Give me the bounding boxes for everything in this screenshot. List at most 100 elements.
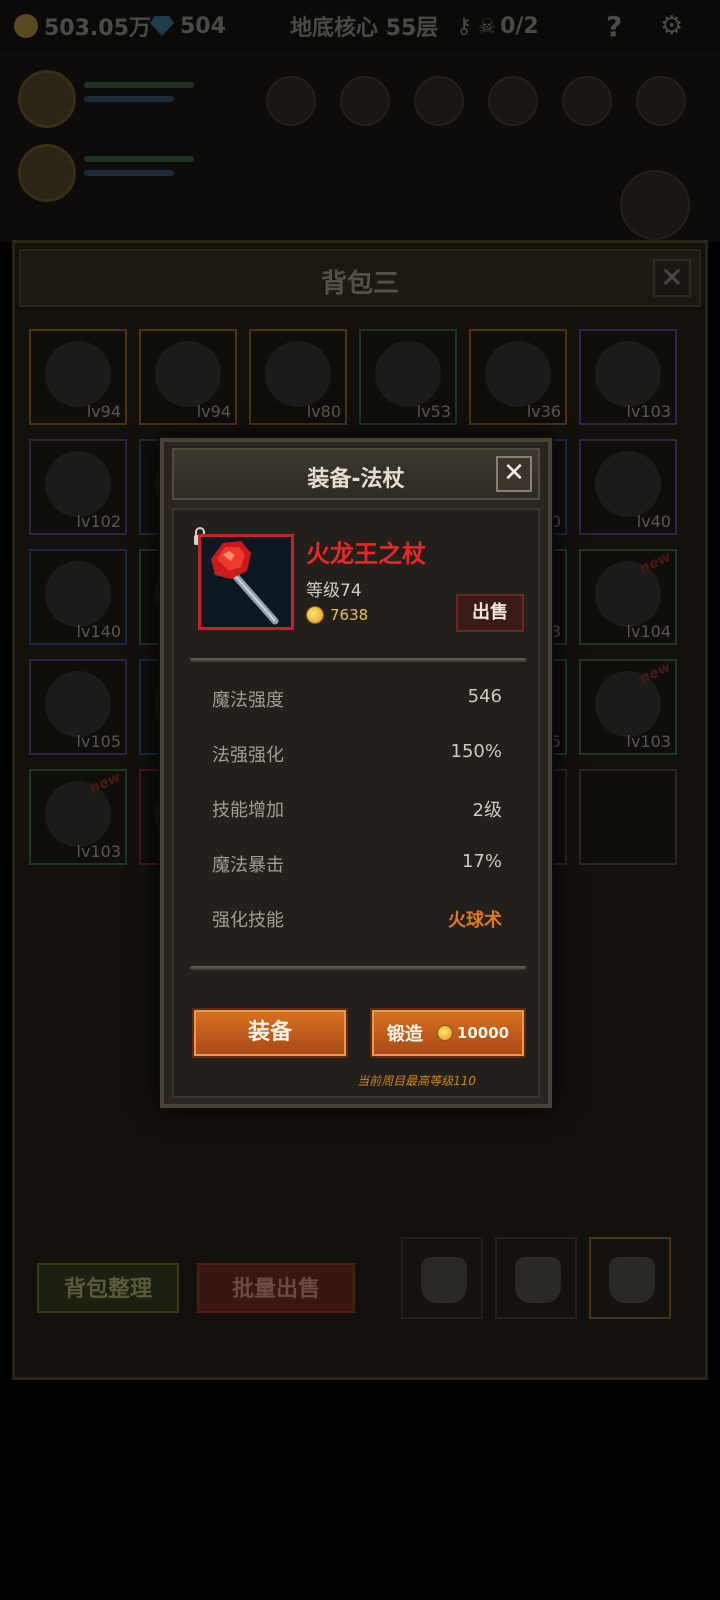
stat-label: 法强强化 bbox=[212, 745, 284, 766]
inventory-slot[interactable]: new lv103 bbox=[29, 769, 127, 865]
coin-icon bbox=[436, 1025, 453, 1041]
new-tag: new bbox=[636, 658, 673, 688]
inventory-slot[interactable]: lv80 bbox=[249, 329, 347, 425]
key-icon: ⚷ bbox=[456, 13, 473, 39]
bulk-sell-button[interactable]: 批量出售 bbox=[197, 1263, 355, 1313]
equipment-icon bbox=[45, 341, 111, 407]
inventory-slot[interactable]: lv53 bbox=[359, 329, 457, 425]
bag-tab-2[interactable] bbox=[495, 1237, 577, 1319]
backpack-close-button[interactable]: ✕ bbox=[653, 259, 691, 297]
gear-icon: ⚙ bbox=[660, 11, 684, 41]
stat-value: 2级 bbox=[472, 800, 502, 821]
stat-row-enhanced-skill: 强化技能 火球术 bbox=[212, 906, 502, 936]
equip-slot[interactable] bbox=[414, 76, 464, 126]
equipment-icon bbox=[375, 341, 441, 407]
hero-portrait[interactable] bbox=[18, 70, 76, 128]
inventory-slot[interactable]: new lv103 bbox=[579, 659, 677, 755]
sort-bag-button[interactable]: 背包整理 bbox=[37, 1263, 179, 1313]
inventory-slot[interactable]: lv94 bbox=[139, 329, 237, 425]
empty-inventory-slot[interactable] bbox=[579, 769, 677, 865]
stat-label: 魔法暴击 bbox=[212, 855, 284, 876]
forge-label: 锻造 bbox=[386, 1024, 423, 1045]
item-level-label: lv80 bbox=[306, 402, 341, 421]
help-button[interactable]: ? bbox=[606, 9, 623, 43]
inventory-slot[interactable]: lv105 bbox=[29, 659, 127, 755]
sell-label: 出售 bbox=[472, 602, 508, 623]
modal-body: 火龙王之杖 等级74 7638 出售 魔法强度 546 法强强化 150% 技能… bbox=[172, 508, 540, 1098]
backpack-icon bbox=[609, 1257, 655, 1303]
coin-icon bbox=[306, 606, 324, 624]
equip-slot[interactable] bbox=[562, 76, 612, 126]
hero-mp-bar bbox=[84, 96, 174, 102]
equipment-icon bbox=[155, 341, 221, 407]
equipment-icon bbox=[595, 341, 661, 407]
help-icon: ? bbox=[606, 9, 623, 43]
divider bbox=[190, 658, 526, 662]
equip-slot[interactable] bbox=[266, 76, 316, 126]
close-icon: ✕ bbox=[503, 458, 525, 488]
stat-row-power-boost: 法强强化 150% bbox=[212, 741, 502, 771]
new-tag: new bbox=[86, 768, 123, 798]
equipment-icon bbox=[265, 341, 331, 407]
hero-hp-bar bbox=[84, 82, 194, 88]
item-level-label: lv36 bbox=[526, 402, 561, 421]
key-count: 0/2 bbox=[500, 13, 539, 39]
equip-slot[interactable] bbox=[340, 76, 390, 126]
stat-value: 546 bbox=[467, 686, 502, 707]
item-level-label: lv104 bbox=[626, 622, 671, 641]
stat-row-magic-crit: 魔法暴击 17% bbox=[212, 851, 502, 881]
item-level-label: 3 bbox=[550, 622, 561, 641]
inventory-slot[interactable]: lv140 bbox=[29, 549, 127, 645]
pet-slot[interactable] bbox=[620, 170, 690, 240]
modal-close-button[interactable]: ✕ bbox=[496, 456, 532, 492]
sell-button[interactable]: 出售 bbox=[456, 594, 524, 632]
inventory-slot[interactable]: lv102 bbox=[29, 439, 127, 535]
divider bbox=[190, 966, 526, 970]
inventory-slot[interactable]: lv103 bbox=[579, 329, 677, 425]
settings-button[interactable]: ⚙ bbox=[660, 10, 683, 42]
backpack-title: 背包三 bbox=[320, 269, 399, 299]
forge-button[interactable]: 锻造 10000 bbox=[370, 1008, 526, 1058]
item-level-label: lv103 bbox=[626, 402, 671, 421]
item-level-label: lv40 bbox=[636, 512, 671, 531]
hero-area bbox=[0, 52, 720, 242]
fire-staff-icon bbox=[201, 537, 291, 627]
item-level: 等级74 bbox=[306, 581, 362, 601]
gem-amount: 504 bbox=[180, 13, 226, 39]
top-status-bar: 503.05万 504 地底核心 55层 ⚷ ☠ 0/2 ? ⚙ bbox=[0, 0, 720, 52]
item-level-label: lv94 bbox=[86, 402, 121, 421]
stat-value: 17% bbox=[461, 851, 502, 872]
gold-coin-icon bbox=[14, 14, 38, 38]
item-level-label: lv53 bbox=[416, 402, 451, 421]
hero-portrait[interactable] bbox=[18, 144, 76, 202]
item-level-label: lv103 bbox=[626, 732, 671, 751]
stat-label: 强化技能 bbox=[212, 910, 284, 931]
bag-tab-3-selected[interactable] bbox=[589, 1237, 671, 1319]
equip-slot[interactable] bbox=[488, 76, 538, 126]
gem-icon bbox=[150, 16, 174, 36]
stat-row-magic-power: 魔法强度 546 bbox=[212, 686, 502, 716]
equipment-icon bbox=[485, 341, 551, 407]
inventory-slot[interactable]: lv94 bbox=[29, 329, 127, 425]
hero-mp-bar bbox=[84, 170, 174, 176]
equipment-icon bbox=[595, 451, 661, 517]
item-detail-modal: 装备-法杖 ✕ 火龙王之杖 等级74 7638 出售 魔法强度 546 法强强化… bbox=[160, 438, 552, 1108]
gold-counter: 503.05万 bbox=[14, 10, 151, 42]
backpack-icon bbox=[515, 1257, 561, 1303]
forge-cost: 10000 bbox=[456, 1024, 510, 1042]
inventory-slot[interactable]: lv36 bbox=[469, 329, 567, 425]
stat-value: 150% bbox=[450, 741, 502, 762]
item-name: 火龙王之杖 bbox=[306, 540, 426, 568]
equip-slot[interactable] bbox=[636, 76, 686, 126]
equip-label: 装备 bbox=[247, 1020, 292, 1045]
inventory-slot[interactable]: lv40 bbox=[579, 439, 677, 535]
hero-hp-bar bbox=[84, 156, 194, 162]
item-level-label: 5 bbox=[550, 732, 561, 751]
item-icon-frame bbox=[198, 534, 294, 630]
sort-bag-label: 背包整理 bbox=[63, 1277, 152, 1302]
equip-button[interactable]: 装备 bbox=[192, 1008, 348, 1058]
item-level-label: 0 bbox=[550, 512, 561, 531]
bag-tab-1[interactable] bbox=[401, 1237, 483, 1319]
dungeon-floor-text: 地底核心 55层 bbox=[290, 16, 439, 41]
inventory-slot[interactable]: new lv104 bbox=[579, 549, 677, 645]
